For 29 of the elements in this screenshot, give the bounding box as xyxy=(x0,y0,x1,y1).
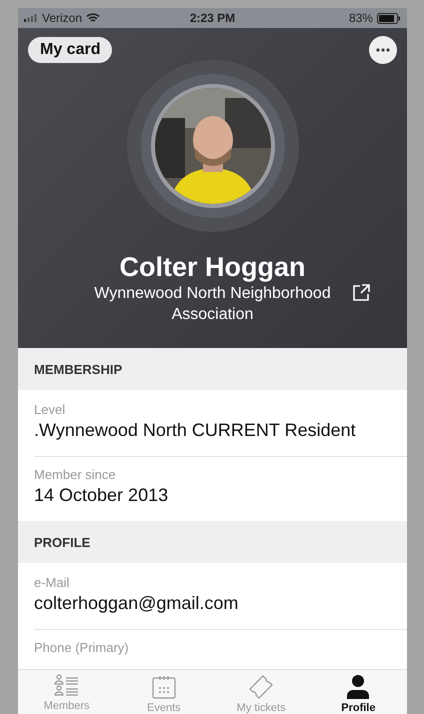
wifi-icon xyxy=(86,13,100,23)
members-icon xyxy=(54,674,80,698)
field-label: Phone (Primary) xyxy=(34,640,130,655)
field-value: colterhoggan@gmail.com xyxy=(34,593,240,614)
battery-text: 83% xyxy=(348,11,373,25)
external-link-icon[interactable] xyxy=(350,283,370,303)
calendar-icon xyxy=(150,674,177,700)
field-label: e-Mail xyxy=(34,575,70,590)
field-label: Level xyxy=(34,402,66,417)
organization-name: Wynnewood North Neighborhood Association xyxy=(93,284,332,325)
tab[interactable]: Profile xyxy=(310,670,407,714)
ticket-icon xyxy=(248,674,274,700)
tab[interactable]: My tickets xyxy=(212,670,310,714)
person-icon xyxy=(345,674,372,700)
tab[interactable]: Events xyxy=(115,670,212,714)
my-card-button[interactable]: My card xyxy=(28,37,112,63)
field-label: Member since xyxy=(34,467,117,482)
more-icon xyxy=(376,48,390,52)
tab[interactable]: Members xyxy=(18,670,116,714)
carrier-text: Verizon xyxy=(42,11,82,25)
section-title: MEMBERSHIP xyxy=(34,362,122,376)
field-value: .Wynnewood North CURRENT Resident xyxy=(34,420,357,441)
battery-icon xyxy=(376,12,401,24)
member-name: Colter Hoggan xyxy=(120,252,306,283)
signal-icon xyxy=(24,14,38,22)
more-button[interactable] xyxy=(369,36,397,64)
field-value: 14 October 2013 xyxy=(34,485,170,506)
time-text: 2:23 PM xyxy=(190,11,236,25)
section-title: PROFILE xyxy=(34,534,90,550)
